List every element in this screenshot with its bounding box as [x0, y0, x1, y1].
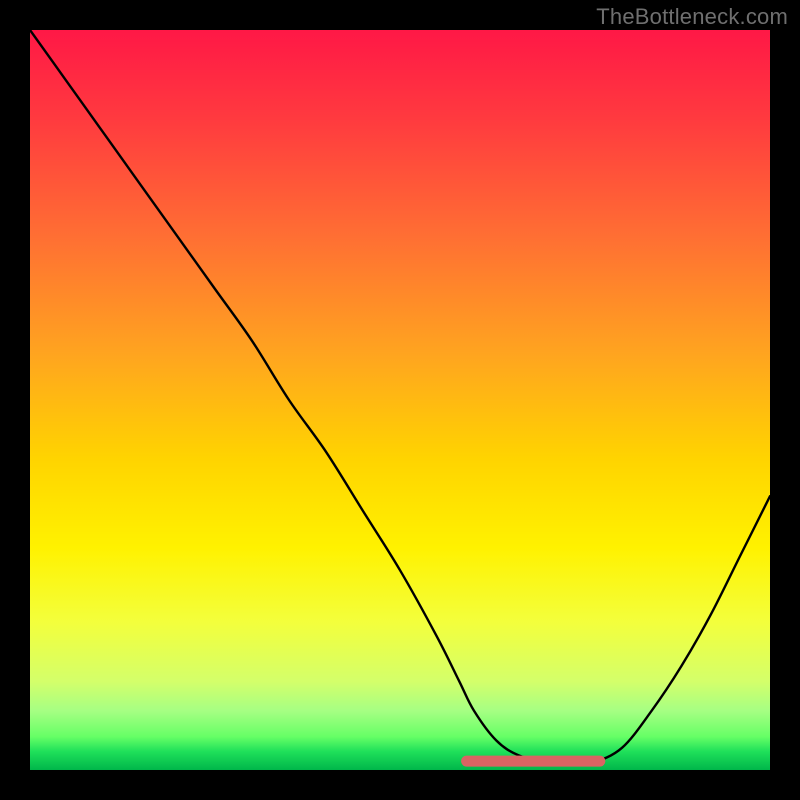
- curve-layer: [30, 30, 770, 770]
- plot-area: [30, 30, 770, 770]
- chart-stage: TheBottleneck.com: [0, 0, 800, 800]
- watermark-text: TheBottleneck.com: [596, 4, 788, 30]
- bottleneck-curve: [30, 30, 770, 764]
